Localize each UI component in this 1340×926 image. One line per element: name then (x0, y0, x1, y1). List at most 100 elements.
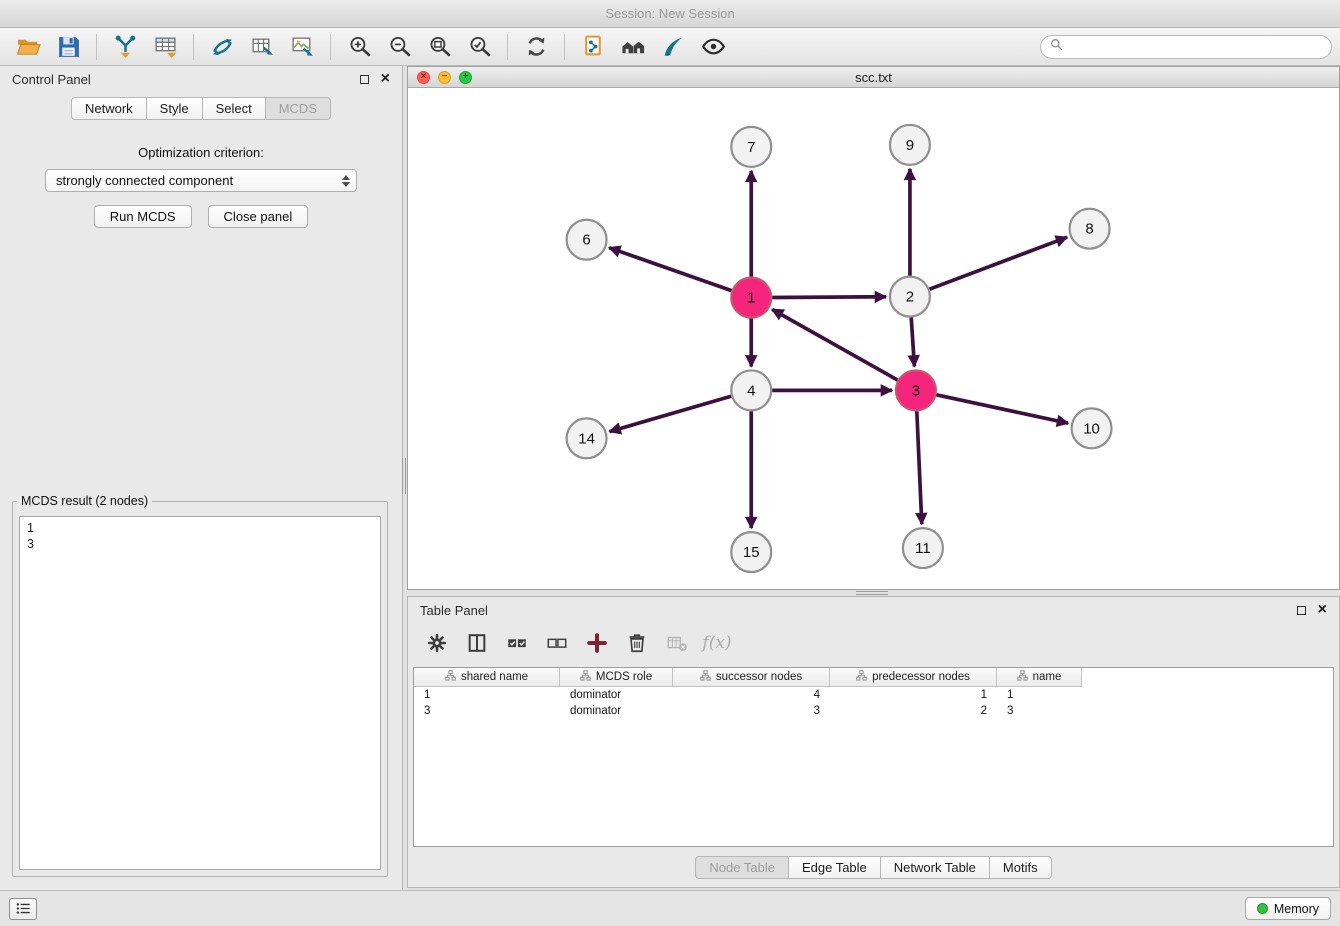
style-paint-icon[interactable] (656, 32, 690, 62)
column-header-successor-nodes[interactable]: successor nodes (673, 668, 830, 687)
cell-predecessor-nodes[interactable]: 2 (830, 705, 997, 717)
graph-node-14[interactable]: 14 (567, 418, 607, 458)
graph-node-11[interactable]: 11 (903, 528, 943, 568)
graph-node-15[interactable]: 15 (731, 532, 771, 572)
refresh-icon[interactable] (519, 32, 553, 62)
cell-name[interactable]: 1 (997, 689, 1082, 701)
column-header-MCDS-role[interactable]: MCDS role (560, 668, 673, 687)
graph-edge-1-2[interactable] (772, 297, 886, 298)
graph-node-1[interactable]: 1 (731, 278, 771, 318)
graph-node-7[interactable]: 7 (731, 127, 771, 167)
main-toolbar-icons (8, 32, 733, 62)
tab-network-table[interactable]: Network Table (881, 856, 990, 879)
graph-node-9[interactable]: 9 (890, 125, 930, 165)
network-canvas[interactable]: 7 9 6 8 1 2 4 3 14 10 15 11 (408, 88, 1339, 589)
zoom-fit-icon[interactable] (422, 32, 456, 62)
cell-predecessor-nodes[interactable]: 1 (830, 689, 997, 701)
cell-MCDS-role[interactable]: dominator (560, 689, 673, 701)
cell-shared-name[interactable]: 3 (414, 705, 560, 717)
table-body: 1dominator4113dominator323 (414, 687, 1333, 719)
tab-select[interactable]: Select (203, 97, 266, 120)
minimize-window-button[interactable] (438, 71, 451, 84)
task-history-button[interactable] (9, 898, 37, 920)
graph-edge-3-10[interactable] (936, 395, 1068, 423)
control-panel-tabs: NetworkStyleSelectMCDS (0, 97, 402, 120)
svg-text:2: 2 (906, 289, 914, 306)
graph-node-2[interactable]: 2 (890, 277, 930, 317)
deselect-all-icon[interactable] (544, 630, 570, 656)
cell-successor-nodes[interactable]: 4 (673, 689, 830, 701)
search-box[interactable] (1040, 35, 1332, 59)
table-row[interactable]: 3dominator323 (414, 703, 1333, 719)
add-row-icon[interactable] (584, 630, 610, 656)
column-header-shared-name[interactable]: shared name (414, 668, 560, 687)
graph-node-8[interactable]: 8 (1070, 209, 1110, 249)
horizontal-splitter-handle[interactable] (856, 589, 888, 596)
zoom-selected-icon[interactable] (462, 32, 496, 62)
settings-gear-icon[interactable] (424, 630, 450, 656)
network-window-titlebar[interactable]: scc.txt (408, 67, 1339, 88)
export-table-icon[interactable] (245, 32, 279, 62)
graph-edge-2-3[interactable] (911, 318, 914, 367)
mcds-result-list[interactable]: 13 (19, 516, 381, 870)
tab-network[interactable]: Network (71, 97, 147, 120)
graph-edge-4-14[interactable] (610, 396, 732, 431)
close-control-panel-icon[interactable]: × (381, 71, 390, 87)
close-panel-button[interactable]: Close panel (208, 205, 309, 228)
search-input[interactable] (1068, 40, 1322, 54)
graph-edge-3-11[interactable] (917, 411, 922, 524)
criterion-dropdown[interactable]: strongly connected component (45, 169, 357, 192)
table-panel-header: Table Panel × (408, 597, 1339, 623)
run-mcds-button[interactable]: Run MCDS (94, 205, 192, 228)
memory-button[interactable]: Memory (1245, 897, 1331, 920)
select-all-icon[interactable] (504, 630, 530, 656)
graph-edge-1-6[interactable] (609, 248, 731, 291)
table-row[interactable]: 1dominator411 (414, 687, 1333, 703)
vertical-splitter-handle[interactable] (400, 458, 407, 494)
save-session-icon[interactable] (51, 32, 85, 62)
sort-tree-icon (445, 670, 456, 684)
close-table-panel-icon[interactable]: × (1318, 602, 1327, 618)
tab-motifs[interactable]: Motifs (990, 856, 1052, 879)
zoom-in-icon[interactable] (342, 32, 376, 62)
export-image-icon[interactable] (285, 32, 319, 62)
cell-shared-name[interactable]: 1 (414, 689, 560, 701)
svg-text:11: 11 (915, 540, 931, 557)
graph-node-4[interactable]: 4 (731, 370, 771, 410)
tab-edge-table[interactable]: Edge Table (789, 856, 881, 879)
cell-successor-nodes[interactable]: 3 (673, 705, 830, 717)
zoom-out-icon[interactable] (382, 32, 416, 62)
float-table-panel-icon[interactable] (1297, 606, 1306, 615)
control-panel-header: Control Panel × (0, 66, 402, 92)
tab-style[interactable]: Style (147, 97, 203, 120)
graph-edge-3-1[interactable] (772, 309, 898, 380)
home-pair-icon[interactable] (616, 32, 650, 62)
column-header-predecessor-nodes[interactable]: predecessor nodes (830, 668, 997, 687)
function-builder-label: f(x) (702, 633, 731, 653)
graph-node-6[interactable]: 6 (567, 220, 607, 260)
float-control-panel-icon[interactable] (360, 75, 369, 84)
open-file-icon[interactable] (11, 32, 45, 62)
close-window-button[interactable] (417, 71, 430, 84)
tab-mcds[interactable]: MCDS (266, 97, 331, 120)
svg-text:9: 9 (906, 137, 914, 154)
clone-network-icon[interactable] (576, 32, 610, 62)
cell-MCDS-role[interactable]: dominator (560, 705, 673, 717)
network-share-icon[interactable] (205, 32, 239, 62)
cell-name[interactable]: 3 (997, 705, 1082, 717)
column-header-name[interactable]: name (997, 668, 1082, 687)
maximize-window-button[interactable] (459, 71, 472, 84)
import-table-icon[interactable] (148, 32, 182, 62)
eye-icon[interactable] (696, 32, 730, 62)
graph-node-3[interactable]: 3 (896, 370, 936, 410)
control-panel-title: Control Panel (12, 72, 91, 87)
column-header-label: MCDS role (596, 671, 652, 683)
graph-node-10[interactable]: 10 (1072, 408, 1112, 448)
delete-row-icon[interactable] (624, 630, 650, 656)
tab-node-table[interactable]: Node Table (695, 856, 789, 879)
graph-edge-2-8[interactable] (929, 237, 1067, 289)
table-header-row: shared name MCDS role successor nodesprede… (414, 668, 1333, 687)
import-network-icon[interactable] (108, 32, 142, 62)
svg-text:15: 15 (743, 544, 760, 561)
show-columns-icon[interactable] (464, 630, 490, 656)
